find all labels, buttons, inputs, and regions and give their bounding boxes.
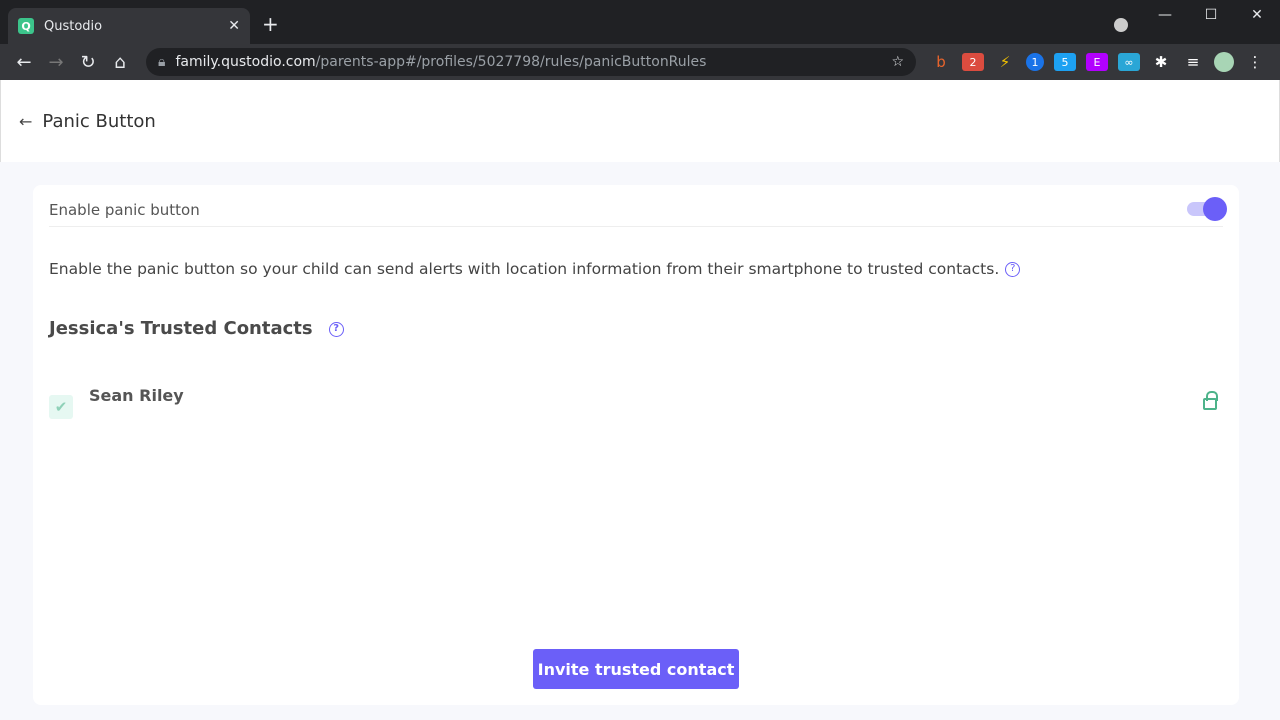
heading-text: Jessica's Trusted Contacts (49, 318, 313, 339)
invite-trusted-contact-button[interactable]: Invite trusted contact (533, 649, 739, 689)
ghostery-extension-icon[interactable]: 5 (1054, 53, 1076, 71)
link-extension-icon[interactable]: ∞ (1118, 53, 1140, 71)
lightning-extension-icon[interactable]: ⚡ (994, 53, 1016, 71)
new-tab-button[interactable]: + (262, 12, 279, 36)
tab-title: Qustodio (44, 18, 103, 34)
trusted-contacts-heading: Jessica's Trusted Contacts? (49, 318, 344, 339)
close-window-button[interactable]: ✕ (1234, 0, 1280, 30)
list-item: ✔ Sean Riley (49, 385, 1223, 425)
reload-button[interactable]: ↻ (72, 52, 104, 73)
bitly-extension-icon[interactable]: b (930, 53, 952, 71)
browser-tab[interactable]: Q Qustodio ✕ (8, 8, 250, 44)
profile-dropdown-icon[interactable] (1114, 18, 1128, 32)
help-icon[interactable]: ? (328, 321, 344, 337)
url-host: family.qustodio.com (175, 54, 316, 70)
browser-toolbar: ← → ↻ ⌂ 🔒︎ family.qustodio.com/parents-a… (0, 44, 1280, 80)
avatar[interactable] (1214, 52, 1234, 72)
contact-checkbox[interactable]: ✔ (49, 395, 73, 419)
description-text: Enable the panic button so your child ca… (49, 260, 1000, 278)
contact-name: Sean Riley (89, 386, 184, 405)
browser-tab-bar: Q Qustodio ✕ + — ☐ ✕ (0, 0, 1280, 44)
lock-icon[interactable] (1203, 391, 1218, 410)
enable-panic-row: Enable panic button (49, 193, 1227, 227)
panic-description: Enable the panic button so your child ca… (49, 260, 1021, 278)
qustodio-favicon: Q (18, 18, 34, 34)
lock-icon: 🔒︎ (158, 54, 166, 70)
url-path: /parents-app#/profiles/5027798/rules/pan… (315, 54, 707, 70)
panic-button-card: Enable panic button Enable the panic but… (33, 185, 1239, 705)
enable-label: Enable panic button (49, 200, 200, 219)
page-title: Panic Button (42, 110, 156, 132)
back-button[interactable]: ← (8, 52, 40, 73)
minimize-button[interactable]: — (1142, 0, 1188, 30)
forward-button[interactable]: → (40, 52, 72, 73)
back-arrow-icon[interactable]: ← (19, 112, 32, 131)
address-bar[interactable]: 🔒︎ family.qustodio.com/parents-app#/prof… (146, 48, 916, 76)
enable-panic-toggle[interactable] (1187, 197, 1227, 221)
menu-kebab-icon[interactable]: ⋮ (1244, 53, 1266, 71)
extensions-puzzle-icon[interactable]: ✱ (1150, 53, 1172, 71)
page-header: ← Panic Button (0, 80, 1280, 162)
todoist-extension-icon[interactable]: 2 (962, 53, 984, 71)
home-button[interactable]: ⌂ (104, 52, 136, 73)
close-tab-icon[interactable]: ✕ (228, 18, 240, 34)
bookmark-star-icon[interactable]: ☆ (891, 54, 904, 70)
media-queue-icon[interactable]: ≡ (1182, 53, 1204, 71)
maximize-button[interactable]: ☐ (1188, 0, 1234, 30)
onepassword-extension-icon[interactable]: 1 (1026, 53, 1044, 71)
help-icon[interactable]: ? (1005, 262, 1021, 277)
e-extension-icon[interactable]: E (1086, 53, 1108, 71)
